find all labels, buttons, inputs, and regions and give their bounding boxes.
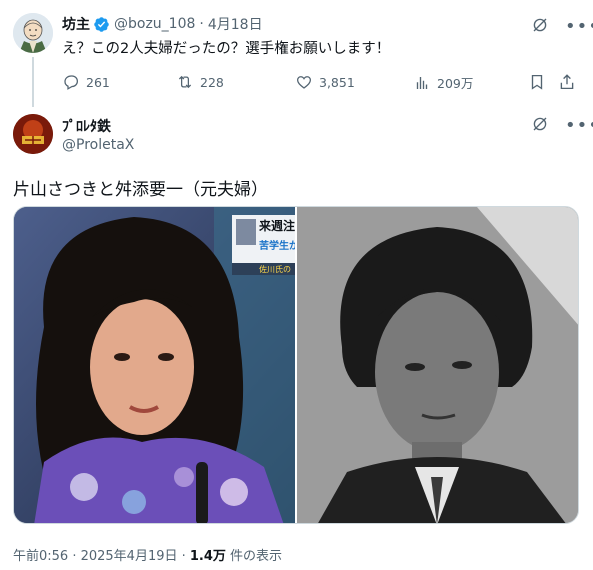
grok-icon[interactable] [531,16,549,38]
reply-tweet-header: 坊主 @bozu_108 · 4月18日 [62,14,263,34]
avatar[interactable] [13,13,53,53]
tweet-meta: 午前0:56 · 2025年4月19日 · 1.4万 件の表示 [13,545,282,564]
retweet-button[interactable]: 228 [176,73,224,91]
display-name[interactable]: 坊主 [62,14,90,34]
view-suffix: 件の表示 [225,549,283,564]
tv-overlay-line3: 佐川氏の [259,265,291,274]
bookmark-button[interactable] [528,73,552,91]
retweet-icon [178,75,192,89]
reply-tweet[interactable]: 坊主 @bozu_108 · 4月18日 ••• え？この2人夫婦だったの？選手… [0,0,593,108]
retweet-count: 228 [200,74,224,90]
photo-right[interactable] [296,207,578,523]
display-name[interactable]: ﾌﾟﾛﾚﾀ鉄 [62,116,111,136]
reply-count: 261 [86,74,110,90]
bookmark-icon [531,74,543,90]
verified-badge-icon [93,16,110,33]
avatar[interactable] [13,114,53,154]
reply-button[interactable]: 261 [62,73,110,91]
like-count: 3,851 [319,74,355,90]
tweet-text: え？この2人夫婦だったの？選手権お願いします！ [62,41,391,57]
media-grid: 来週注 苦学生か 佐川氏の [13,206,579,524]
reply-tweet-top-actions: ••• [531,16,593,38]
views-count: 209万 [437,76,474,91]
tv-overlay-line2: 苦学生か [259,241,295,252]
share-icon [560,74,574,90]
grok-icon[interactable] [531,115,549,137]
timestamp[interactable]: 午前0:56 · 2025年4月19日 · [13,549,190,564]
handle[interactable]: @bozu_108 [114,16,195,32]
more-icon[interactable]: ••• [565,18,593,36]
share-button[interactable] [558,73,582,91]
photo-left[interactable]: 来週注 苦学生か 佐川氏の [14,207,295,523]
separator: · [199,16,204,32]
more-icon[interactable]: ••• [565,117,593,135]
date[interactable]: 4月18日 [208,14,263,34]
tv-overlay-line1: 来週注 [259,219,295,233]
views-button[interactable]: 209万 [413,73,473,92]
action-bar: 261 228 3,851 209万 [62,73,582,91]
like-button[interactable]: 3,851 [295,73,355,91]
reply-icon [64,75,79,90]
like-icon [296,76,312,89]
main-tweet-top-actions: ••• [531,115,593,137]
thread-line [32,57,34,107]
handle[interactable]: @ProletaX [62,137,134,153]
views-icon [416,76,428,89]
view-count: 1.4万 [189,549,226,564]
tweet-text: 片山さつきと舛添要一（元夫婦） [13,180,268,200]
